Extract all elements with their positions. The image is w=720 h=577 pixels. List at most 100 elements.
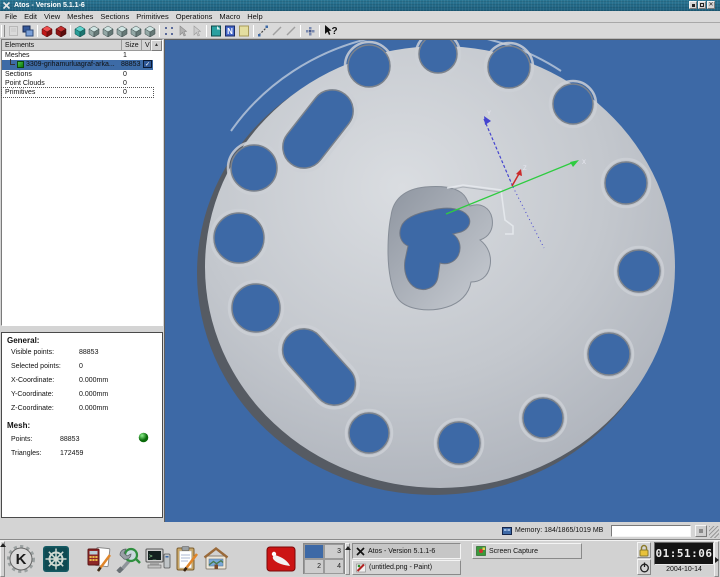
- panel-hide-right[interactable]: [714, 541, 719, 577]
- terminal-computer-icon: >_: [144, 546, 172, 572]
- menu-operations[interactable]: Operations: [176, 11, 213, 23]
- diagonal-dashed-line-icon[interactable]: [256, 24, 270, 38]
- paint-task-icon: [356, 563, 366, 573]
- desktop-1[interactable]: [304, 544, 324, 559]
- disc-hole: [618, 250, 660, 292]
- disc-hole: [419, 40, 457, 73]
- page-yellow-icon[interactable]: [237, 24, 251, 38]
- info-panel: General: Visible points:88853 Selected p…: [1, 332, 163, 518]
- desktop-4[interactable]: 4: [324, 559, 344, 574]
- digital-clock[interactable]: 01:51:06: [654, 542, 714, 565]
- wrench-magnifier-icon: [114, 545, 142, 573]
- menu-file[interactable]: File: [5, 11, 17, 23]
- toolbar-handle[interactable]: [1, 25, 5, 37]
- menu-edit[interactable]: Edit: [24, 11, 37, 23]
- points-value: 88853: [60, 436, 79, 443]
- scroll-up-button[interactable]: ▲: [151, 40, 162, 51]
- page-blue-icon[interactable]: N: [223, 24, 237, 38]
- tasklist-arrow[interactable]: [345, 543, 350, 575]
- disc-hole: [231, 145, 277, 191]
- red-cube-dark-icon[interactable]: [54, 24, 68, 38]
- panel-hide-left[interactable]: [0, 541, 5, 577]
- control-center-button[interactable]: [41, 543, 71, 574]
- disc-hole: [214, 213, 264, 263]
- menu-sections[interactable]: Sections: [100, 11, 129, 23]
- tree-row-mesh-item[interactable]: 3309-grihamurluagraf-arka... 88853 ✓: [2, 60, 153, 70]
- whats-this-icon[interactable]: ?: [322, 24, 340, 38]
- svg-text:>_: >_: [149, 553, 157, 560]
- column-visibility[interactable]: V: [142, 40, 151, 51]
- task-paint[interactable]: (untitled.png - Paint): [352, 560, 461, 575]
- y-coordinate-value: 0.000mm: [79, 391, 108, 398]
- gray-cube-2-icon[interactable]: [101, 24, 115, 38]
- toolbox-button[interactable]: [113, 543, 143, 574]
- menu-primitives[interactable]: Primitives: [136, 11, 169, 23]
- selected-points-label: Selected points:: [11, 363, 61, 370]
- k-menu-button[interactable]: K: [6, 543, 36, 574]
- konsole-button[interactable]: >_: [143, 543, 173, 574]
- diagonal-line-icon[interactable]: [270, 24, 284, 38]
- diagonal-line-2-icon[interactable]: [284, 24, 298, 38]
- minimize-button[interactable]: [689, 1, 697, 9]
- page-teal-icon[interactable]: [209, 24, 223, 38]
- menu-view[interactable]: View: [44, 11, 60, 23]
- clipboard-pencil-icon: [174, 545, 200, 573]
- red-cube-icon[interactable]: [40, 24, 54, 38]
- tree-row-primitives[interactable]: Primitives 0: [2, 88, 153, 97]
- title-bar[interactable]: Atos - Version 5.1.1-6: [0, 0, 720, 11]
- menu-help[interactable]: Help: [247, 11, 262, 23]
- cursor-arrow-2-icon[interactable]: [190, 24, 204, 38]
- text-editor-button[interactable]: [172, 543, 202, 574]
- tree-row-sections[interactable]: Sections 0: [2, 70, 153, 79]
- y-axis-label: Y: [487, 111, 491, 117]
- screen-capture-tool-button[interactable]: [266, 543, 296, 574]
- home-folder-button[interactable]: [201, 543, 231, 574]
- desktop-2[interactable]: 2: [304, 559, 324, 574]
- date-display[interactable]: 2004-10-14: [650, 566, 718, 573]
- power-icon: [639, 562, 650, 573]
- gray-cube-4-icon[interactable]: [129, 24, 143, 38]
- calculator-notes-button[interactable]: [84, 543, 114, 574]
- menu-meshes[interactable]: Meshes: [67, 11, 93, 23]
- main-toolbar: N ?: [0, 23, 720, 39]
- teal-cube-icon[interactable]: [73, 24, 87, 38]
- memory-status: Memory: 184/1865/1019 MB: [515, 527, 603, 534]
- visibility-checkbox[interactable]: ✓: [143, 60, 152, 68]
- home-icon: [202, 546, 230, 572]
- gray-cube-3-icon[interactable]: [115, 24, 129, 38]
- disc-hole: [605, 162, 647, 204]
- align-points-icon[interactable]: [303, 24, 317, 38]
- status-small-button[interactable]: [695, 525, 707, 537]
- gray-cube-5-icon[interactable]: [143, 24, 157, 38]
- tree-row-meshes[interactable]: Meshes 1: [2, 51, 153, 60]
- visible-points-label: Visible points:: [11, 349, 54, 356]
- maximize-button[interactable]: [698, 1, 706, 9]
- close-button[interactable]: ✕: [707, 1, 715, 9]
- column-size[interactable]: Size: [122, 40, 142, 51]
- desktop-3[interactable]: 3: [324, 544, 344, 559]
- tree-row-point-clouds[interactable]: Point Clouds 0: [2, 79, 153, 88]
- task-screen-capture[interactable]: Screen Capture: [472, 543, 582, 559]
- red-capture-icon: [266, 545, 296, 573]
- resize-grip[interactable]: [709, 526, 719, 538]
- svg-text:K: K: [16, 551, 27, 568]
- selection-corners-icon[interactable]: [162, 24, 176, 38]
- menu-macro[interactable]: Macro: [219, 11, 240, 23]
- task-atos[interactable]: Atos - Version 5.1.1-6: [352, 543, 461, 559]
- mesh-title: Mesh:: [7, 421, 30, 430]
- x-coordinate-label: X-Coordinate:: [11, 377, 54, 384]
- menu-bar: File Edit View Meshes Sections Primitive…: [0, 11, 720, 23]
- lock-session-button[interactable]: [637, 542, 651, 558]
- viewport-3d[interactable]: X Y Z: [164, 39, 720, 522]
- disc-hole: [588, 333, 630, 375]
- gray-cube-1-icon[interactable]: [87, 24, 101, 38]
- logout-button[interactable]: [637, 559, 651, 575]
- elements-panel: Elements Size V ▲ Meshes 1 3309-grihamur…: [1, 39, 163, 326]
- elements-header: Elements Size V ▲: [2, 40, 162, 51]
- cursor-arrow-icon[interactable]: [176, 24, 190, 38]
- z-coordinate-value: 0.000mm: [79, 405, 108, 412]
- windows-icon[interactable]: [21, 24, 35, 38]
- column-elements[interactable]: Elements: [2, 40, 122, 51]
- disc-hole: [553, 84, 593, 124]
- new-disabled-icon[interactable]: [7, 24, 21, 38]
